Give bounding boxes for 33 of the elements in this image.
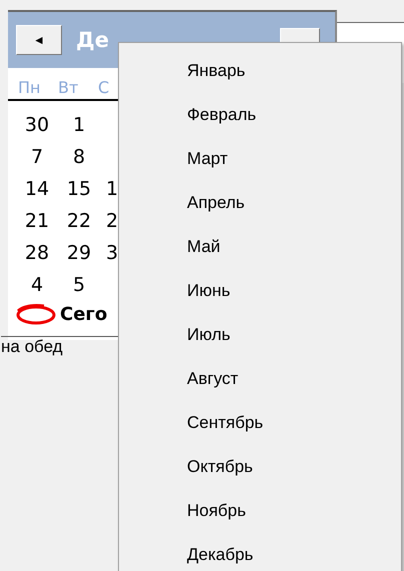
weekday-label: Пн (18, 78, 42, 97)
day-cell[interactable]: 29 (58, 242, 100, 264)
month-menu-item[interactable]: Июль (119, 313, 401, 357)
month-menu-item[interactable]: Сентябрь (119, 401, 401, 445)
month-menu-item[interactable]: Декабрь (119, 533, 401, 571)
day-cell[interactable]: 1 (58, 114, 100, 136)
day-cell[interactable]: 7 (16, 146, 58, 168)
month-menu-item[interactable]: Май (119, 225, 401, 269)
day-cell[interactable]: 28 (16, 242, 58, 264)
day-cell[interactable]: 5 (58, 274, 100, 296)
day-cell[interactable]: 3 (100, 242, 120, 264)
day-cell[interactable]: 15 (58, 178, 100, 200)
month-menu-item[interactable]: Октябрь (119, 445, 401, 489)
day-cell[interactable]: 8 (58, 146, 100, 168)
day-cell[interactable]: 2 (100, 210, 120, 232)
day-cell[interactable]: 1 (100, 178, 120, 200)
day-cell[interactable]: 21 (16, 210, 58, 232)
today-circle-icon (14, 303, 58, 325)
month-menu-item[interactable]: Январь (119, 49, 401, 93)
previous-month-button[interactable]: ◄ (16, 25, 62, 55)
day-cell[interactable]: 14 (16, 178, 58, 200)
day-cell[interactable]: 4 (16, 274, 58, 296)
month-menu-item[interactable]: Март (119, 137, 401, 181)
month-menu-item[interactable]: Август (119, 357, 401, 401)
month-menu-item[interactable]: Апрель (119, 181, 401, 225)
day-cell[interactable]: 30 (16, 114, 58, 136)
month-menu-item[interactable]: Февраль (119, 93, 401, 137)
weekday-label: С (98, 78, 110, 97)
today-link[interactable]: Сего (60, 304, 108, 324)
month-menu-item[interactable]: Июнь (119, 269, 401, 313)
weekday-label: Вт (58, 78, 80, 97)
day-cell[interactable]: 22 (58, 210, 100, 232)
month-menu-item[interactable]: Ноябрь (119, 489, 401, 533)
